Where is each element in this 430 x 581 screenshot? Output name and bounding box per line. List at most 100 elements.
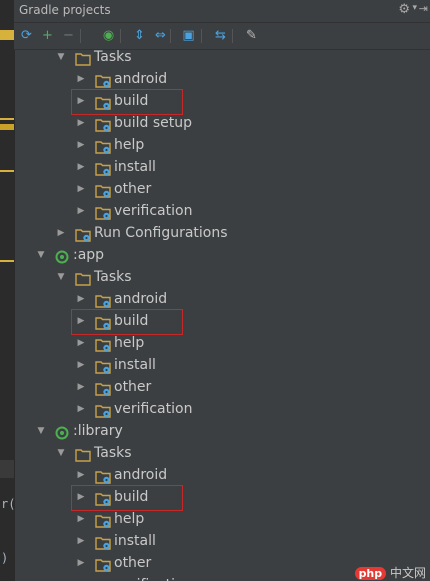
tree-node-label: verification xyxy=(114,203,193,219)
tree-node-tasks[interactable]: ▼ Tasks xyxy=(14,267,430,289)
expand-all-icon[interactable]: ⇕ xyxy=(131,27,148,44)
tree-node-label: build setup xyxy=(114,115,193,131)
highlight-box xyxy=(71,485,183,511)
editor-gutter-strip: r( ) xyxy=(0,0,15,581)
tree-node-android[interactable]: ▶ android xyxy=(14,289,430,311)
tree-node-other[interactable]: ▶ other xyxy=(14,377,430,399)
expand-arrow-icon[interactable]: ▶ xyxy=(76,382,86,392)
expand-arrow-icon[interactable]: ▶ xyxy=(76,514,86,524)
tree-node-tasks[interactable]: ▼ Tasks xyxy=(14,443,430,465)
editor-marker xyxy=(0,170,14,172)
tree-node-help[interactable]: ▶ help xyxy=(14,333,430,355)
expand-arrow-icon[interactable]: ▶ xyxy=(76,184,86,194)
expand-arrow-icon[interactable]: ▶ xyxy=(76,536,86,546)
folder-icon xyxy=(75,271,91,286)
tree-node-run-configurations[interactable]: ▶ Run Configurations xyxy=(14,223,430,245)
toolbar-separator xyxy=(80,29,81,43)
task-folder-icon xyxy=(95,139,111,154)
gradle-settings-icon[interactable]: ✎ xyxy=(243,27,260,44)
expand-arrow-icon[interactable]: ▶ xyxy=(76,74,86,84)
tree-node-label: android xyxy=(114,71,168,87)
remove-icon[interactable]: − xyxy=(60,27,77,44)
expand-arrow-icon[interactable]: ▶ xyxy=(76,558,86,568)
tree-node-label: other xyxy=(114,379,152,395)
task-folder-icon xyxy=(95,469,111,484)
expand-arrow-icon[interactable]: ▶ xyxy=(76,404,86,414)
gradle-module-icon xyxy=(55,425,69,440)
gradle-toolbar: ⟳ + − ◉ ⇕ ⇔ ▣ ⇆ ✎ xyxy=(14,23,430,50)
tree-node-label: Tasks xyxy=(94,445,132,461)
tree-node-tasks[interactable]: ▼ Tasks xyxy=(14,49,430,69)
toolbar-separator xyxy=(201,29,202,43)
editor-marker xyxy=(0,460,14,478)
editor-marker xyxy=(0,30,14,40)
offline-mode-icon[interactable]: ⇆ xyxy=(212,27,229,44)
toolbar-separator xyxy=(170,29,171,43)
tree-node-verification[interactable]: ▶ verification xyxy=(14,399,430,421)
tree-node-label: install xyxy=(114,357,156,373)
tree-node-label: android xyxy=(114,467,168,483)
collapse-all-icon[interactable]: ⇔ xyxy=(152,27,169,44)
tree-node-android[interactable]: ▶ android xyxy=(14,465,430,487)
tool-window-header: Gradle projects ⚙ ▾ ⇥ xyxy=(14,0,430,23)
task-folder-icon xyxy=(95,403,111,418)
gear-icon[interactable]: ⚙ xyxy=(398,2,410,17)
task-folder-icon xyxy=(95,293,111,308)
collapse-arrow-icon[interactable]: ▼ xyxy=(36,426,46,436)
collapse-arrow-icon[interactable]: ▼ xyxy=(56,448,66,458)
tree-node-label: install xyxy=(114,533,156,549)
tree-node-label: help xyxy=(114,137,145,153)
tree-node-label: other xyxy=(114,181,152,197)
expand-arrow-icon[interactable]: ▶ xyxy=(76,162,86,172)
expand-arrow-icon[interactable]: ▶ xyxy=(76,338,86,348)
tree-node-library[interactable]: ▼:library xyxy=(14,421,430,443)
refresh-icon[interactable]: ⟳ xyxy=(18,27,35,44)
task-folder-icon xyxy=(95,359,111,374)
tree-node-label: verification xyxy=(114,577,192,581)
folder-icon xyxy=(75,447,91,462)
tree-node-label: install xyxy=(114,159,156,175)
collapse-arrow-icon[interactable]: ▼ xyxy=(36,250,46,260)
toolbar-separator xyxy=(120,29,121,43)
editor-marker xyxy=(0,124,14,130)
task-folder-icon xyxy=(95,535,111,550)
task-folder-icon xyxy=(95,117,111,132)
tree-node-label: Tasks xyxy=(94,49,132,65)
expand-arrow-icon[interactable]: ▶ xyxy=(76,470,86,480)
tree-node-install[interactable]: ▶ install xyxy=(14,157,430,179)
editor-marker xyxy=(0,260,14,262)
expand-arrow-icon[interactable]: ▶ xyxy=(76,140,86,150)
link-project-icon[interactable]: ▣ xyxy=(180,27,197,44)
collapse-arrow-icon[interactable]: ▼ xyxy=(56,52,66,62)
task-folder-icon xyxy=(95,557,111,572)
expand-arrow-icon[interactable]: ▶ xyxy=(76,360,86,370)
tree-node-verification[interactable]: ▶ verification xyxy=(14,201,430,223)
chevron-down-icon[interactable]: ▾ xyxy=(412,3,417,13)
gradle-project-tree: ▼ Tasks ▶ android ▶ build ▶ build setup ▶ help ▶ in… xyxy=(14,49,430,581)
tree-node-install[interactable]: ▶ install xyxy=(14,355,430,377)
task-folder-icon xyxy=(95,205,111,220)
expand-arrow-icon[interactable]: ▶ xyxy=(76,294,86,304)
tree-node-label: :app xyxy=(73,247,105,263)
tree-node-app[interactable]: ▼ :app xyxy=(14,245,430,267)
tree-node-android[interactable]: ▶ android xyxy=(14,69,430,91)
code-fragment: ) xyxy=(1,551,9,565)
expand-arrow-icon[interactable]: ▶ xyxy=(56,228,66,238)
collapse-arrow-icon[interactable]: ▼ xyxy=(56,272,66,282)
tool-window-title: Gradle projects xyxy=(19,3,111,17)
tree-node-other[interactable]: ▶ other xyxy=(14,179,430,201)
tree-node-build-setup[interactable]: ▶ build setup xyxy=(14,113,430,135)
add-icon[interactable]: + xyxy=(39,27,56,44)
expand-arrow-icon[interactable]: ▶ xyxy=(76,206,86,216)
execute-task-icon[interactable]: ◉ xyxy=(100,27,117,44)
tree-node-label: Run Configurations xyxy=(94,225,228,241)
tree-node-install[interactable]: ▶ install xyxy=(14,531,430,553)
hide-panel-icon[interactable]: ⇥ xyxy=(419,2,428,15)
task-folder-icon xyxy=(95,381,111,396)
tree-node-help[interactable]: ▶ help xyxy=(14,509,430,531)
task-folder-icon xyxy=(95,161,111,176)
tree-node-help[interactable]: ▶ help xyxy=(14,135,430,157)
expand-arrow-icon[interactable]: ▶ xyxy=(76,118,86,128)
task-folder-icon xyxy=(95,337,111,352)
highlight-box xyxy=(71,309,183,335)
